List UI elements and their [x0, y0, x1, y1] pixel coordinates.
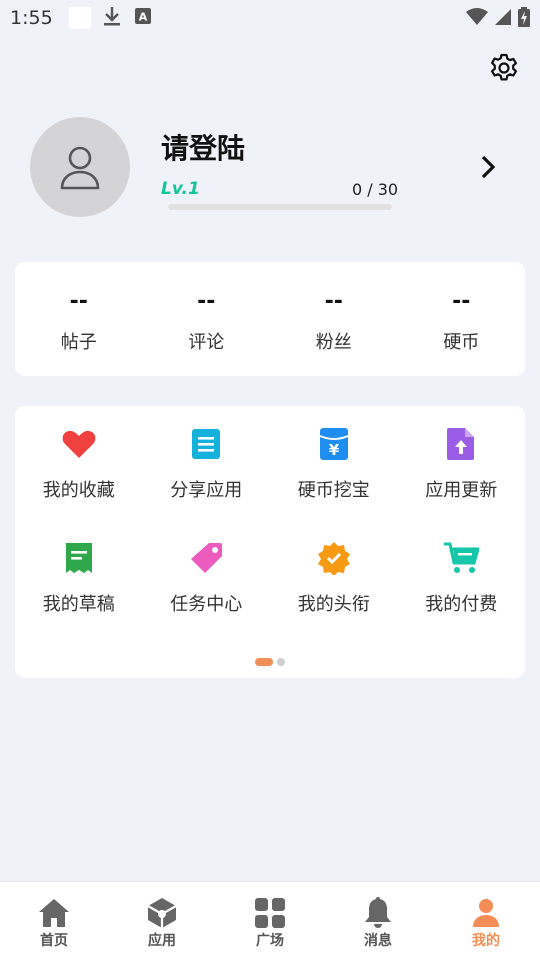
stat-value: --: [197, 289, 216, 314]
tab-label: 首页: [40, 933, 68, 949]
experience-progress-bar: [168, 204, 392, 210]
level-label: Lv.1: [161, 179, 200, 199]
menu-label: 我的草稿: [42, 594, 115, 615]
upload-file-icon: [443, 426, 479, 462]
tab-label: 消息: [364, 933, 392, 949]
stat-label: 粉丝: [315, 332, 352, 353]
menu-label: 我的头衔: [297, 594, 370, 615]
tab-apps[interactable]: 应用: [108, 882, 216, 960]
page-indicator-dot: [277, 658, 285, 666]
download-icon: [103, 5, 121, 31]
feature-grid-card: 我的收藏 分享应用 ¥ 硬币挖宝 应用更新 我的草稿 任务中心 我的头衔 我的付…: [15, 406, 525, 678]
login-prompt[interactable]: 请登陆: [161, 127, 245, 167]
svg-text:¥: ¥: [329, 441, 340, 459]
gear-icon: [491, 53, 517, 81]
menu-item-titles[interactable]: 我的头衔: [270, 540, 398, 616]
font-a-icon: A: [134, 8, 151, 28]
stat-fans[interactable]: -- 粉丝: [270, 262, 398, 376]
stat-value: --: [452, 289, 471, 314]
list-icon: [188, 426, 224, 462]
status-bar: 1:55 A: [0, 0, 540, 36]
stat-coins[interactable]: -- 硬币: [398, 262, 526, 376]
settings-button[interactable]: [488, 52, 520, 84]
wifi-icon: [466, 8, 488, 30]
draft-icon: [61, 540, 97, 576]
tab-messages[interactable]: 消息: [324, 882, 432, 960]
person-icon: [469, 896, 503, 930]
menu-label: 我的收藏: [42, 480, 115, 501]
menu-item-share-app[interactable]: 分享应用: [143, 426, 271, 502]
tab-label: 应用: [148, 933, 176, 949]
tab-square[interactable]: 广场: [216, 882, 324, 960]
signal-icon: [494, 8, 512, 30]
bottom-tab-bar: 首页 应用 广场 消息 我的: [0, 881, 540, 960]
bell-icon: [361, 896, 395, 930]
stat-value: --: [324, 289, 343, 314]
tab-home[interactable]: 首页: [0, 882, 108, 960]
profile-arrow-button[interactable]: [478, 154, 500, 180]
stat-value: --: [69, 289, 88, 314]
home-icon: [37, 896, 71, 930]
stat-label: 评论: [188, 332, 225, 353]
yuan-box-icon: ¥: [316, 426, 352, 462]
tab-label: 我的: [472, 933, 500, 949]
page-indicator: [15, 658, 525, 666]
battery-icon: [518, 7, 530, 31]
page-indicator-dot-active: [255, 658, 273, 666]
menu-item-coin-treasure[interactable]: ¥ 硬币挖宝: [270, 426, 398, 502]
stats-card: -- 帖子 -- 评论 -- 粉丝 -- 硬币: [15, 262, 525, 376]
tab-label: 广场: [256, 933, 284, 949]
user-placeholder-icon: [60, 146, 100, 190]
menu-label: 分享应用: [170, 480, 243, 501]
menu-label: 我的付费: [425, 594, 498, 615]
stat-label: 帖子: [60, 332, 97, 353]
cart-icon: [443, 540, 480, 576]
menu-item-favorites[interactable]: 我的收藏: [15, 426, 143, 502]
box-icon: [145, 896, 179, 930]
avatar[interactable]: [30, 117, 130, 217]
stat-comments[interactable]: -- 评论: [143, 262, 271, 376]
heart-icon: [61, 426, 97, 462]
status-time: 1:55: [10, 7, 53, 29]
tag-icon: [188, 540, 224, 576]
menu-item-drafts[interactable]: 我的草稿: [15, 540, 143, 616]
menu-label: 应用更新: [425, 480, 498, 501]
badge-icon: [316, 540, 352, 576]
experience-progress-text: 0 / 30: [352, 180, 399, 199]
menu-item-app-update[interactable]: 应用更新: [398, 426, 526, 502]
stat-posts[interactable]: -- 帖子: [15, 262, 143, 376]
menu-item-payments[interactable]: 我的付费: [398, 540, 526, 616]
chevron-right-icon: [481, 155, 496, 179]
menu-label: 硬币挖宝: [297, 480, 370, 501]
menu-label: 任务中心: [170, 594, 243, 615]
grid-icon: [253, 896, 287, 930]
menu-item-task-center[interactable]: 任务中心: [143, 540, 271, 616]
notification-app-icon: [68, 7, 91, 29]
svg-text:A: A: [138, 11, 147, 24]
tab-mine[interactable]: 我的: [432, 882, 540, 960]
stat-label: 硬币: [443, 332, 480, 353]
